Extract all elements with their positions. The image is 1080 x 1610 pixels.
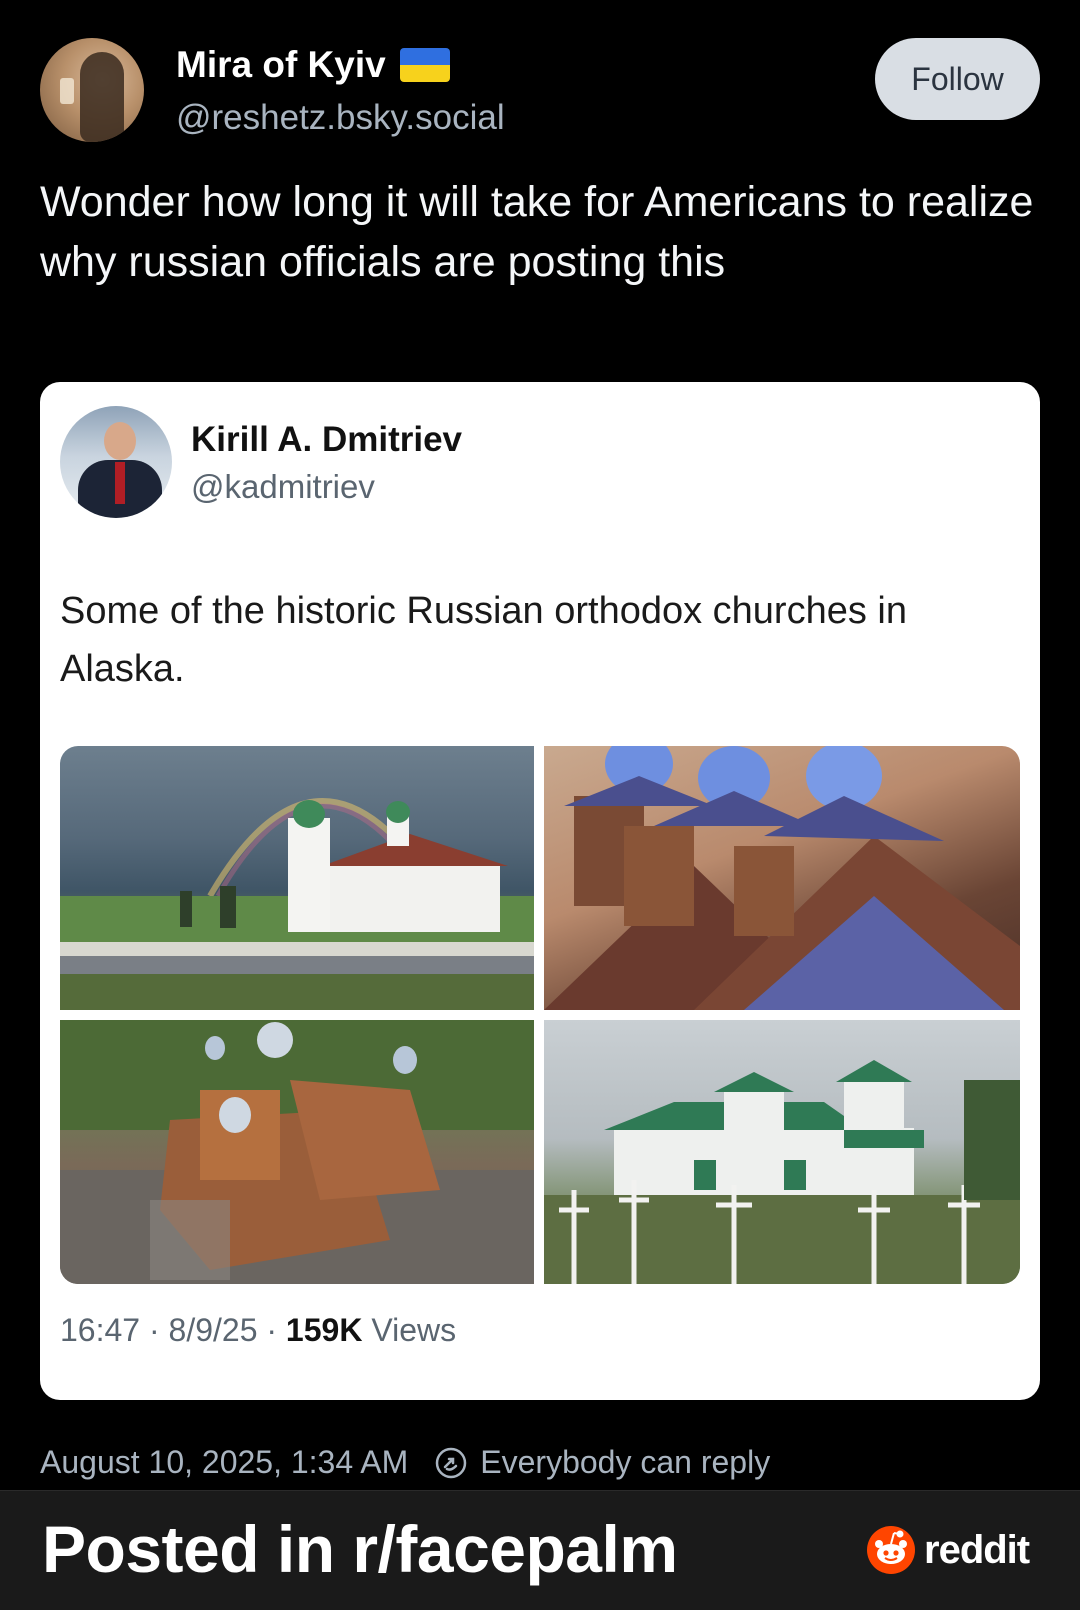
author-name-row[interactable]: Mira of Kyiv	[176, 44, 450, 86]
embed-views-label: Views	[371, 1312, 457, 1348]
author-avatar[interactable]	[40, 38, 144, 142]
embedded-tweet-screenshot[interactable]: Kirill A. Dmitriev @kadmitriev Some of t…	[40, 382, 1040, 1400]
avatar-glass	[60, 78, 74, 104]
reddit-banner: Posted in r/facepalm reddit	[0, 1490, 1080, 1610]
author-handle[interactable]: @reshetz.bsky.social	[176, 98, 505, 138]
post-timestamp: August 10, 2025, 1:34 AM	[40, 1444, 409, 1480]
embed-text: Some of the historic Russian orthodox ch…	[60, 590, 907, 690]
embed-date: 8/9/25	[168, 1312, 258, 1348]
reply-permission-icon	[436, 1447, 467, 1478]
embed-author-handle: @kadmitriev	[191, 468, 375, 505]
reply-setting[interactable]: Everybody can reply	[434, 1444, 770, 1481]
banner-subreddit-text: Posted in r/facepalm	[42, 1512, 678, 1586]
reddit-snoo-icon	[867, 1526, 915, 1574]
post-text: Wonder how long it will take for America…	[40, 178, 1034, 286]
ukraine-flag-icon	[399, 48, 450, 82]
avatar-silhouette	[80, 52, 124, 142]
church-photo-blue-domes	[544, 746, 1020, 1010]
reddit-logo: reddit	[866, 1525, 1030, 1575]
post-container: Mira of Kyiv @reshetz.bsky.social Follow…	[0, 0, 1080, 1490]
church-photo-aerial-wood	[60, 1020, 534, 1284]
embed-author-avatar	[60, 406, 172, 518]
church-photo-rainbow	[60, 746, 534, 1010]
author-name[interactable]: Mira of Kyiv	[176, 44, 386, 86]
reddit-wordmark: reddit	[924, 1527, 1030, 1572]
follow-button[interactable]: Follow	[875, 38, 1040, 120]
embed-views-count: 159K	[285, 1312, 363, 1348]
reply-setting-label: Everybody can reply	[480, 1444, 771, 1480]
embed-meta: 16:47 · 8/9/25 · 159K Views	[60, 1312, 457, 1348]
embed-author-name: Kirill A. Dmitriev	[191, 420, 462, 459]
embed-time: 16:47	[60, 1312, 141, 1348]
church-photo-green-roof	[544, 1020, 1020, 1284]
post-footer: August 10, 2025, 1:34 AM Everybody can r…	[40, 1444, 770, 1481]
